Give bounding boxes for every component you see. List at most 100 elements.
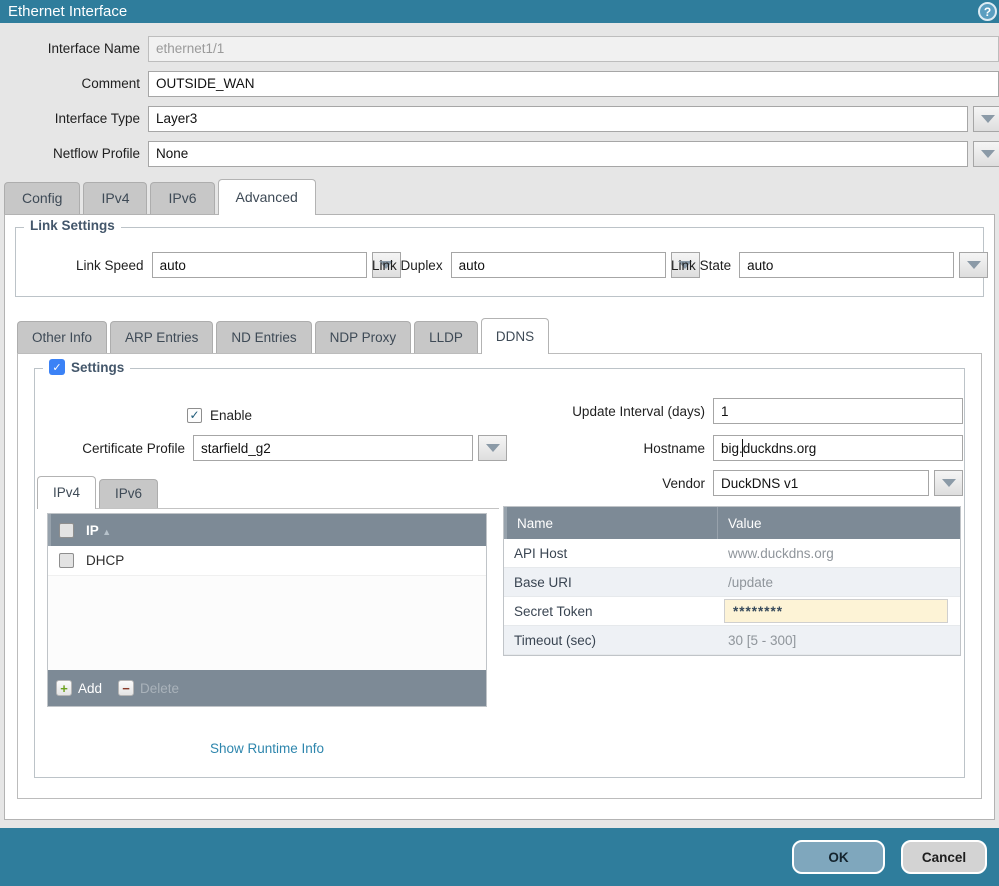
secret-token-field[interactable] <box>724 599 948 623</box>
update-interval-field[interactable] <box>713 398 963 424</box>
tab-ipv4[interactable]: IPv4 <box>83 182 147 214</box>
link-state-group: Link State auto <box>671 252 988 278</box>
interface-type-label: Interface Type <box>0 111 140 126</box>
hostname-field-wrap <box>713 435 963 461</box>
comment-field[interactable] <box>148 71 999 97</box>
vendor-label: Vendor <box>505 476 705 491</box>
delete-button[interactable]: − Delete <box>118 680 179 696</box>
vendor-config-header: Name Value <box>504 507 960 539</box>
help-icon[interactable]: ? <box>978 2 997 21</box>
netflow-profile-label: Netflow Profile <box>0 146 140 161</box>
value-column-header: Value <box>718 516 960 531</box>
footer-gap <box>0 820 999 828</box>
vendor-select[interactable]: DuckDNS v1 <box>713 470 929 496</box>
base-uri-value: /update <box>718 575 960 590</box>
interface-name-row: Interface Name <box>0 35 999 62</box>
enable-label: Enable <box>210 408 252 423</box>
certificate-profile-label: Certificate Profile <box>41 441 185 456</box>
enable-row: ✓ Enable <box>187 401 252 429</box>
link-state-dropdown-button[interactable] <box>959 252 988 278</box>
tab-lldp[interactable]: LLDP <box>414 321 478 353</box>
add-button[interactable]: + Add <box>56 680 102 696</box>
ok-button[interactable]: OK <box>792 840 885 874</box>
delete-icon: − <box>118 680 134 696</box>
table-row-base-uri: Base URI /update <box>504 568 960 597</box>
main-tabstrip: Config IPv4 IPv6 Advanced <box>0 172 999 214</box>
tab-ddns-ipv6[interactable]: IPv6 <box>99 479 158 508</box>
update-interval-label: Update Interval (days) <box>505 404 705 419</box>
timeout-value[interactable]: 30 [5 - 300] <box>718 633 960 648</box>
ip-table-footer: + Add − Delete <box>48 670 486 706</box>
table-row-timeout: Timeout (sec) 30 [5 - 300] <box>504 626 960 655</box>
add-icon: + <box>56 680 72 696</box>
link-settings-row: Link Speed auto Link Duplex auto Link St… <box>16 228 983 296</box>
link-state-select[interactable]: auto <box>739 252 954 278</box>
tab-other-info[interactable]: Other Info <box>17 321 107 353</box>
ip-row-label: DHCP <box>86 553 124 568</box>
link-settings-fieldset: Link Settings Link Speed auto Link Duple… <box>15 227 984 297</box>
tab-arp-entries[interactable]: ARP Entries <box>110 321 213 353</box>
tab-nd-entries[interactable]: ND Entries <box>216 321 311 353</box>
chevron-down-icon <box>942 479 956 487</box>
comment-label: Comment <box>0 76 140 91</box>
show-runtime-info-link[interactable]: Show Runtime Info <box>210 741 324 756</box>
comment-row: Comment <box>0 70 999 97</box>
cancel-button[interactable]: Cancel <box>901 840 987 874</box>
enable-checkbox[interactable]: ✓ <box>187 408 202 423</box>
chevron-down-icon <box>967 261 981 269</box>
row-checkbox[interactable] <box>59 553 74 568</box>
ip-table-row-dhcp[interactable]: DHCP <box>48 546 486 576</box>
vendor-dropdown-button[interactable] <box>934 470 963 496</box>
link-duplex-group: Link Duplex auto <box>372 252 671 278</box>
link-speed-label: Link Speed <box>76 258 144 273</box>
certificate-profile-select[interactable]: starfield_g2 <box>193 435 473 461</box>
certificate-profile-row: Certificate Profile starfield_g2 <box>41 434 507 462</box>
link-settings-legend: Link Settings <box>24 218 121 233</box>
ddns-settings-legend: ✓ Settings <box>43 359 130 375</box>
settings-group-checkbox[interactable]: ✓ <box>49 359 65 375</box>
select-all-checkbox[interactable] <box>59 523 74 538</box>
chevron-down-icon <box>981 150 995 158</box>
advanced-tabstrip: Other Info ARP Entries ND Entries NDP Pr… <box>5 313 994 353</box>
link-speed-group: Link Speed auto <box>26 252 372 278</box>
link-duplex-select[interactable]: auto <box>451 252 666 278</box>
tab-ipv6[interactable]: IPv6 <box>150 182 214 214</box>
table-row-api-host: API Host www.duckdns.org <box>504 539 960 568</box>
interface-type-field[interactable] <box>148 106 968 132</box>
certificate-profile-dropdown-button[interactable] <box>478 435 507 461</box>
name-column-header: Name <box>504 507 718 539</box>
hostname-label: Hostname <box>505 441 705 456</box>
interface-name-field <box>148 36 999 62</box>
sort-asc-icon: ▲ <box>102 527 111 537</box>
ddns-panel: ✓ Settings ✓ Enable Certificate Profile … <box>17 353 982 799</box>
netflow-profile-field[interactable] <box>148 141 968 167</box>
tab-advanced[interactable]: Advanced <box>218 179 316 215</box>
ip-table-empty-area <box>48 576 486 670</box>
ip-version-tabstrip: IPv4 IPv6 <box>37 471 499 509</box>
tab-ddns[interactable]: DDNS <box>481 318 549 354</box>
update-interval-row: Update Interval (days) <box>505 397 963 425</box>
tab-ndp-proxy[interactable]: NDP Proxy <box>315 321 412 353</box>
link-state-label: Link State <box>671 258 731 273</box>
ip-column-header[interactable]: IP ▲ <box>86 523 111 538</box>
chevron-down-icon <box>981 115 995 123</box>
ddns-settings-legend-text: Settings <box>71 360 124 375</box>
link-speed-select[interactable]: auto <box>152 252 367 278</box>
tab-config[interactable]: Config <box>4 182 80 214</box>
dialog-title: Ethernet Interface <box>8 3 127 20</box>
interface-name-label: Interface Name <box>0 41 140 56</box>
tab-ddns-ipv4[interactable]: IPv4 <box>37 476 96 509</box>
advanced-panel: Link Settings Link Speed auto Link Duple… <box>4 214 995 820</box>
dialog-titlebar: Ethernet Interface ? <box>0 0 999 23</box>
text-caret <box>742 439 743 457</box>
hostname-field[interactable] <box>713 435 963 461</box>
hostname-row: Hostname <box>505 434 963 462</box>
vendor-config-table: Name Value API Host www.duckdns.org Base… <box>503 506 961 656</box>
netflow-profile-dropdown-button[interactable] <box>973 141 999 167</box>
table-row-secret-token: Secret Token <box>504 597 960 626</box>
ddns-settings-fieldset: ✓ Settings ✓ Enable Certificate Profile … <box>34 368 965 778</box>
ip-table: IP ▲ DHCP + Add − Delete <box>47 513 487 707</box>
api-host-value: www.duckdns.org <box>718 546 960 561</box>
interface-type-dropdown-button[interactable] <box>973 106 999 132</box>
interface-form: Interface Name Comment Interface Type Ne… <box>0 23 999 172</box>
